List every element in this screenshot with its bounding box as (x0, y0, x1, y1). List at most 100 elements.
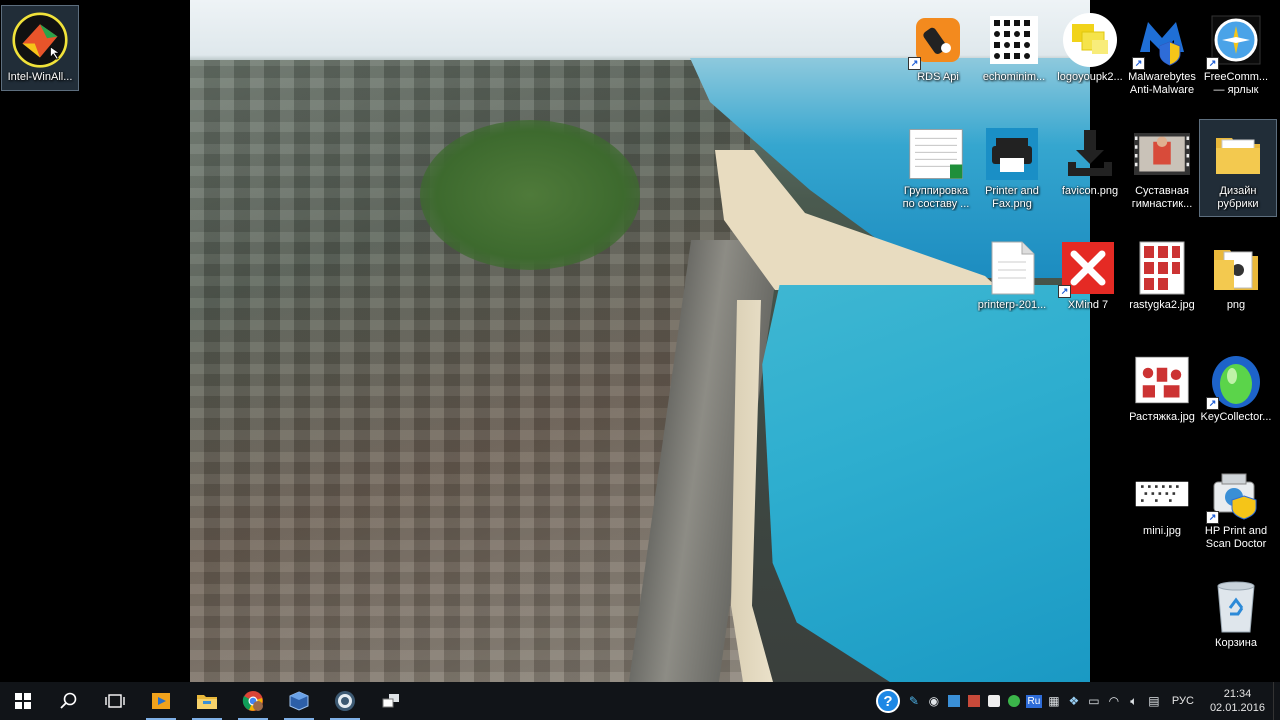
desktop-icon-malwarebytes[interactable]: ↗ Malwarebytes Anti-Malware (1124, 6, 1200, 97)
tray-icon-camera[interactable] (984, 682, 1004, 720)
clock-date: 02.01.2016 (1209, 702, 1265, 714)
desktop-icon-label: RDS Api (917, 71, 959, 83)
printer-icon (984, 126, 1040, 182)
media-player-icon (152, 693, 170, 709)
desktop-icon-hp-print-scan[interactable]: ↗ HP Print and Scan Doctor (1198, 460, 1274, 551)
desktop-icon-gruppirovka[interactable]: Группировка по составу ... (898, 120, 974, 211)
image-file-icon (1134, 352, 1190, 408)
taskbar-app-remote[interactable] (368, 682, 414, 720)
desktop-icon-keycollector[interactable]: ↗ KeyCollector... (1198, 346, 1274, 424)
clock-time: 21:34 (1223, 688, 1252, 700)
tray-icon-ru[interactable]: Ru (1024, 682, 1044, 720)
desktop-icon-favicon[interactable]: favicon.png (1052, 120, 1128, 198)
search-button[interactable] (46, 682, 92, 720)
taskbar-app-file-explorer[interactable] (184, 682, 230, 720)
task-view-button[interactable] (92, 682, 138, 720)
malwarebytes-icon: ↗ (1132, 12, 1190, 70)
notifications-icon: ▤ (1148, 694, 1160, 708)
desktop-icon-label: echominim... (982, 71, 1046, 83)
desktop-icon-label: favicon.png (1061, 185, 1119, 197)
desktop-icon-label: printerp-201... (977, 299, 1047, 311)
desktop-icon-xmind[interactable]: ↗ XMind 7 (1050, 234, 1126, 312)
image-file-icon (1134, 240, 1190, 296)
desktop-icon-printer-fax[interactable]: Printer and Fax.png (974, 120, 1050, 211)
ru-badge-icon: Ru (1025, 694, 1043, 708)
desktop-icon-label: Дизайн рубрики (1217, 185, 1259, 210)
taskbar-app-circle[interactable] (322, 682, 368, 720)
wallpaper-park (420, 120, 640, 270)
wifi-icon: ◠ (1108, 694, 1120, 708)
tray-icon-chart[interactable] (964, 682, 984, 720)
image-file-icon (1134, 466, 1190, 522)
desktop-icon-echominim[interactable]: echominim... (976, 6, 1052, 84)
help-icon: ? (875, 689, 900, 713)
green-app-icon (1007, 695, 1020, 707)
hp-doctor-icon: ↗ (1206, 466, 1264, 524)
tray-icon-dropbox[interactable]: ❖ (1064, 682, 1084, 720)
desktop-icon-rastygka2[interactable]: rastygka2.jpg (1124, 234, 1200, 312)
dropbox-icon: ❖ (1068, 694, 1080, 708)
desktop-icon-label: Группировка по составу ... (902, 185, 970, 210)
tray-icon-record[interactable]: ◉ (924, 682, 944, 720)
rds-api-icon: ↗ (908, 12, 966, 70)
tray-icon-volume[interactable]: 🔈︎ (1124, 682, 1144, 720)
desktop-icon-label: HP Print and Scan Doctor (1204, 525, 1268, 550)
desktop-icon-mini[interactable]: mini.jpg (1124, 460, 1200, 538)
download-tray-icon (1062, 126, 1118, 182)
language-indicator[interactable]: РУС (1164, 695, 1202, 707)
tray-icon-app-blue[interactable] (944, 682, 964, 720)
desktop-icon-dizayn-rubriki[interactable]: Дизайн рубрики (1199, 119, 1277, 217)
virtualbox-icon (289, 691, 309, 711)
desktop-icon-rastyazhka[interactable]: Растяжка.jpg (1124, 346, 1200, 424)
task-view-icon (105, 694, 125, 708)
shortcut-arrow-icon: ↗ (1132, 57, 1145, 70)
echominim-icon (986, 12, 1042, 68)
app-circle-icon (335, 691, 355, 711)
help-tray-button[interactable]: ? (872, 682, 904, 720)
video-file-icon (1134, 126, 1190, 182)
pen-icon: ✎ (908, 694, 919, 708)
desktop-icon-printerp[interactable]: printerp-201... (974, 234, 1050, 312)
desktop-icon-rds-api[interactable]: ↗ RDS Api (900, 6, 976, 84)
keycollector-icon: ↗ (1206, 352, 1264, 410)
show-desktop-button[interactable] (1273, 682, 1280, 720)
desktop-wallpaper (190, 0, 1090, 682)
tray-icon-notifications[interactable]: ▤ (1144, 682, 1164, 720)
desktop-icon-label: Intel-WinAll... (7, 71, 73, 83)
taskbar-app-chrome[interactable] (230, 682, 276, 720)
desktop-icon-intel-winall[interactable]: Intel-WinAll... (1, 5, 79, 91)
taskbar-app-media-player[interactable] (138, 682, 184, 720)
desktop-icon-label: Printer and Fax.png (985, 185, 1039, 210)
taskbar-app-virtualbox[interactable] (276, 682, 322, 720)
chrome-icon (242, 691, 263, 711)
tray-icon-wifi[interactable]: ◠ (1104, 682, 1124, 720)
grid-icon: ▦ (1048, 694, 1060, 708)
tray-icon-green[interactable] (1004, 682, 1024, 720)
desktop-icon-png-folder[interactable]: png (1198, 234, 1274, 312)
app-blue-icon (947, 695, 960, 707)
battery-icon: ▭ (1088, 694, 1100, 708)
remote-desktop-icon (382, 694, 399, 708)
desktop-icon-label: XMind 7 (1067, 299, 1109, 311)
chart-icon (967, 695, 980, 707)
taskbar: ? ✎ ◉ Ru ▦ ❖ ▭ ◠ 🔈︎ ▤ РУС 21:34 02.01.20… (0, 682, 1280, 720)
tray-icon-grid[interactable]: ▦ (1044, 682, 1064, 720)
clock[interactable]: 21:34 02.01.2016 (1202, 687, 1273, 715)
volume-icon: 🔈︎ (1130, 693, 1138, 708)
desktop-icon-logoyoupk2[interactable]: logoyoupk2... (1052, 6, 1128, 84)
desktop-icon-recycle-bin[interactable]: Корзина (1198, 572, 1274, 650)
desktop-icon-label: logoyoupk2... (1057, 71, 1123, 83)
windows-start-icon (15, 693, 31, 709)
desktop-icon-label: png (1226, 299, 1246, 311)
desktop-icon-label: Суставная гимнастик... (1131, 185, 1193, 210)
recycle-bin-icon (1208, 578, 1264, 634)
document-file-icon (984, 240, 1040, 296)
system-tray: ? ✎ ◉ Ru ▦ ❖ ▭ ◠ 🔈︎ ▤ РУС 21:34 02.01.20… (872, 682, 1280, 720)
tray-icon-pen[interactable]: ✎ (904, 682, 924, 720)
intel-winall-icon (12, 12, 68, 68)
tray-icon-battery[interactable]: ▭ (1084, 682, 1104, 720)
start-button[interactable] (0, 682, 46, 720)
desktop-icon-sustavnaya[interactable]: Суставная гимнастик... (1124, 120, 1200, 211)
desktop-icon-freecommander[interactable]: ↗ FreeComm... — ярлык (1198, 6, 1274, 97)
file-explorer-icon (197, 695, 217, 709)
